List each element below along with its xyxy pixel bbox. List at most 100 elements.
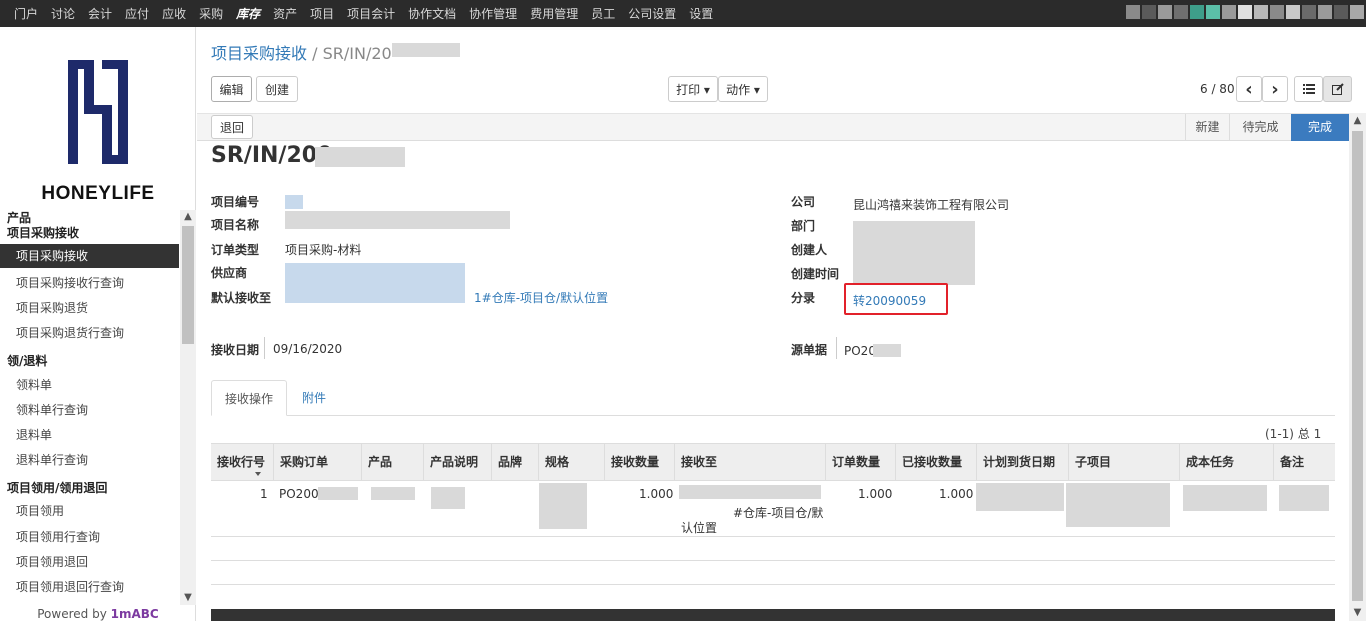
col-notes[interactable]: 备注 [1273,444,1335,480]
chevron-down-icon[interactable]: ▼ [180,591,196,605]
topnav-item[interactable]: 费用管理 [530,5,578,22]
col-description[interactable]: 产品说明 [423,444,491,480]
topnav-item[interactable]: 协作文档 [408,5,456,22]
redacted-text [679,485,821,499]
powered-brand-link[interactable]: 1mABC [111,607,159,621]
topnav-item[interactable]: 库存 [236,5,260,22]
col-product[interactable]: 产品 [361,444,423,480]
topnav-item[interactable]: 应收 [162,5,186,22]
sidebar-item-returns[interactable]: 项目采购退货 [16,299,88,316]
topnav-item[interactable]: 应付 [125,5,149,22]
col-subproject[interactable]: 子项目 [1068,444,1179,480]
pager-next-button[interactable]: › [1262,76,1288,102]
col-cost-task[interactable]: 成本任务 [1179,444,1273,480]
topnav-item[interactable]: 讨论 [51,5,75,22]
topnav-item[interactable]: 公司设置 [628,5,676,22]
chevron-up-icon[interactable]: ▲ [180,210,196,224]
topnav-item[interactable]: 项目 [310,5,334,22]
stage-pending[interactable]: 待完成 [1229,114,1291,141]
list-view-button[interactable] [1294,76,1323,102]
sidebar-item-return-lines[interactable]: 项目采购退货行查询 [16,324,124,341]
col-po[interactable]: 采购订单 [273,444,361,480]
col-brand[interactable]: 品牌 [491,444,538,480]
chevron-down-icon[interactable]: ▼ [1349,605,1366,621]
sidebar-item-usage-return-lines[interactable]: 项目领用退回行查询 [16,578,124,595]
topnav-item[interactable]: 门户 [14,5,38,22]
user-area-blurred[interactable] [1126,5,1366,29]
divider [836,337,837,359]
edit-button[interactable]: 编辑 [211,76,252,102]
powered-by: Powered by 1mABC [37,607,159,621]
topnav-item[interactable]: 员工 [591,5,615,22]
cell-order-qty: 1.000 [858,487,893,501]
edit-form-icon [1331,83,1344,95]
sidebar-item-picking[interactable]: 领料单 [16,376,52,393]
redacted-text [976,483,1064,511]
cell-receive-to: #仓库-项目仓/默 [733,506,824,520]
stage-new[interactable]: 新建 [1185,114,1229,141]
breadcrumb-current: SR/IN/20 [322,44,392,63]
form-view-button[interactable] [1323,76,1352,102]
status-bar: 退回 新建 待完成 完成 [197,113,1349,141]
breadcrumb: 项目采购接收 / SR/IN/20 [211,44,392,63]
sidebar-item-usage-lines[interactable]: 项目领用行查询 [16,528,100,545]
topnav-item[interactable]: 采购 [199,5,223,22]
scrollbar-thumb[interactable] [182,226,194,344]
redacted-text [318,487,358,500]
topnav-item[interactable]: 会计 [88,5,112,22]
row-divider [211,560,1335,561]
action-dropdown[interactable]: 动作 ▾ [718,76,768,102]
topnav-item[interactable]: 协作管理 [469,5,517,22]
default-dest-link[interactable]: 1#仓库-项目仓/默认位置 [474,289,608,306]
label-order-type: 订单类型 [211,243,260,257]
sidebar-item-usage-return[interactable]: 项目领用退回 [16,553,88,570]
row-divider [211,536,1335,537]
sidebar: HONEYLIFE 产品 项目采购接收 项目采购接收 项目采购接收行查询 项目采… [0,27,196,621]
sidebar-scrollbar[interactable]: ▲ ▼ [180,210,196,605]
back-button[interactable]: 退回 [211,115,253,139]
col-spec[interactable]: 规格 [538,444,604,480]
sidebar-item-picking-lines[interactable]: 领料单行查询 [16,401,88,418]
topnav-item[interactable]: 项目会计 [347,5,395,22]
label-vendor: 供应商 [211,266,248,280]
list-icon [1302,84,1315,94]
sidebar-group-title: 项目采购接收 [7,226,80,240]
breadcrumb-parent-link[interactable]: 项目采购接收 [211,44,307,63]
topnav-item[interactable]: 资产 [273,5,297,22]
sidebar-item-material-return-lines[interactable]: 退料单行查询 [16,451,88,468]
col-receive-to[interactable]: 接收至 [674,444,825,480]
cell-line-no: 1 [260,487,268,501]
main-scrollbar[interactable]: ▲ ▼ [1349,113,1366,621]
tab-receive-operations[interactable]: 接收操作 [211,380,287,416]
sidebar-item-usage[interactable]: 项目领用 [16,502,64,519]
col-line-no[interactable]: 接收行号 [211,444,273,480]
sidebar-item-material-return[interactable]: 退料单 [16,426,52,443]
topnav-item[interactable]: 设置 [689,5,713,22]
notebook-tabs: 接收操作 附件 [211,380,1335,416]
company-value: 昆山鸿禧来装饰工程有限公司 [853,198,1010,212]
sidebar-item-receipts[interactable]: 项目采购接收 [0,244,179,268]
sidebar-item-receipt-lines[interactable]: 项目采购接收行查询 [16,274,124,291]
col-received-qty[interactable]: 已接收数量 [895,444,976,480]
col-planned-date[interactable]: 计划到货日期 [976,444,1068,480]
col-receive-qty[interactable]: 接收数量 [604,444,674,480]
pager-previous-button[interactable]: ‹ [1236,76,1262,102]
sidebar-group-title: 项目领用/领用退回 [7,481,108,495]
company-logo: HONEYLIFE [30,55,166,210]
record-count: (1-1) 总 1 [1265,427,1322,441]
cell-receive-to-cont: 认位置 [681,521,718,535]
logo-mark-icon [68,60,128,164]
chevron-up-icon[interactable]: ▲ [1349,113,1366,129]
print-dropdown[interactable]: 打印 ▾ [668,76,718,102]
scrollbar-thumb[interactable] [1352,131,1363,601]
create-button[interactable]: 创建 [256,76,298,102]
redacted-text [1066,483,1170,527]
redacted-text [1183,485,1267,511]
sidebar-group-title: 领/退料 [7,354,48,368]
label-receive-date: 接收日期 [211,343,260,357]
stage-done[interactable]: 完成 [1291,114,1349,141]
tab-attachments[interactable]: 附件 [287,380,341,416]
pager-value[interactable]: 6 / 80 [1200,82,1235,96]
cell-receive-qty: 1.000 [639,487,674,501]
col-order-qty[interactable]: 订单数量 [825,444,895,480]
